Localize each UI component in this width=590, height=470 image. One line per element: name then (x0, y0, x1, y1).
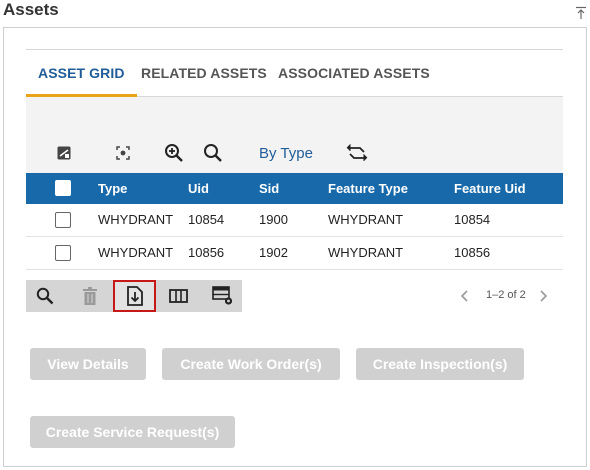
chevron-right-icon[interactable] (538, 290, 548, 302)
create-work-order-button[interactable]: Create Work Order(s) (162, 348, 340, 380)
cell-type: WHYDRANT (98, 245, 174, 260)
asset-grid: By Type Type Uid Sid Feature Type Featur… (26, 97, 563, 270)
table-settings-icon (212, 286, 233, 305)
columns-button[interactable] (158, 280, 198, 312)
tab-related-assets[interactable]: RELATED ASSETS (141, 50, 267, 96)
columns-icon (169, 289, 188, 303)
select-all-toggle-icon[interactable] (57, 146, 71, 160)
switch-direction-icon[interactable] (346, 143, 368, 163)
trash-icon (83, 287, 97, 305)
grid-toolbar: By Type (26, 97, 563, 173)
create-inspection-button[interactable]: Create Inspection(s) (356, 348, 524, 380)
column-header-feature-uid[interactable]: Feature Uid (454, 173, 526, 204)
tab-bar: ASSET GRID RELATED ASSETS ASSOCIATED ASS… (26, 49, 563, 97)
row-checkbox[interactable] (55, 245, 71, 261)
by-type-button[interactable]: By Type (259, 145, 313, 162)
cell-uid: 10854 (188, 212, 225, 227)
cell-feature-uid: 10854 (454, 212, 491, 227)
table-settings-button[interactable] (202, 280, 242, 312)
column-header-uid[interactable]: Uid (188, 173, 209, 204)
table-header: Type Uid Sid Feature Type Feature Uid (26, 173, 563, 204)
cell-type: WHYDRANT (98, 212, 174, 227)
search-button[interactable] (26, 280, 66, 312)
file-download-icon (127, 286, 143, 306)
create-service-request-button[interactable]: Create Service Request(s) (30, 416, 235, 448)
search-icon (36, 287, 54, 305)
cell-uid: 10856 (188, 245, 225, 260)
cell-feature-type: WHYDRANT (328, 212, 404, 227)
collapse-panel-icon[interactable] (575, 6, 587, 20)
zoom-in-icon[interactable] (164, 143, 184, 163)
row-checkbox[interactable] (55, 212, 71, 228)
table-row[interactable]: WHYDRANT 10856 1902 WHYDRANT 10856 (26, 237, 563, 270)
panel-title: Assets (3, 0, 59, 19)
export-button[interactable] (113, 280, 156, 312)
cell-sid: 1900 (259, 212, 288, 227)
column-header-sid[interactable]: Sid (259, 173, 279, 204)
column-header-type[interactable]: Type (98, 173, 127, 204)
cell-feature-type: WHYDRANT (328, 245, 404, 260)
search-icon[interactable] (203, 143, 223, 163)
page-range: 1–2 of 2 (486, 289, 526, 301)
column-header-feature-type[interactable]: Feature Type (328, 173, 408, 204)
cell-sid: 1902 (259, 245, 288, 260)
grid-actions-toolbar (26, 280, 242, 312)
table-row[interactable]: WHYDRANT 10854 1900 WHYDRANT 10854 (26, 204, 563, 237)
chevron-left-icon[interactable] (460, 290, 470, 302)
tab-associated-assets[interactable]: ASSOCIATED ASSETS (278, 50, 430, 96)
cell-feature-uid: 10856 (454, 245, 491, 260)
delete-button[interactable] (70, 280, 110, 312)
tab-asset-grid[interactable]: ASSET GRID (26, 50, 137, 97)
select-all-checkbox[interactable] (55, 180, 71, 196)
zoom-to-selection-icon[interactable] (116, 146, 130, 160)
view-details-button[interactable]: View Details (30, 348, 146, 380)
